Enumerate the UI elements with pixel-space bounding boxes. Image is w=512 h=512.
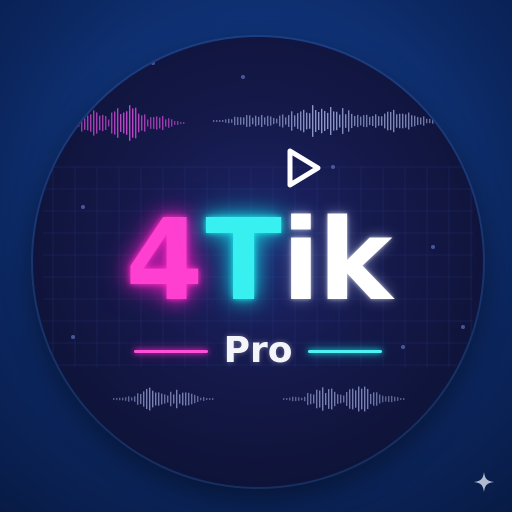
- logo-char-four: 4: [125, 196, 203, 326]
- logo-wordmark: 4 T ik: [33, 197, 483, 317]
- logo-char-ik: ik: [281, 196, 393, 326]
- logo-disc: 4 T ik Pro: [33, 37, 483, 487]
- sparkle-icon: [474, 472, 494, 492]
- divider-right: [308, 349, 383, 353]
- play-icon: [287, 148, 321, 188]
- subtitle-row: Pro: [33, 329, 483, 373]
- logo-char-t: T: [205, 196, 281, 326]
- logo-subtitle: Pro: [223, 330, 293, 371]
- divider-left: [133, 349, 208, 353]
